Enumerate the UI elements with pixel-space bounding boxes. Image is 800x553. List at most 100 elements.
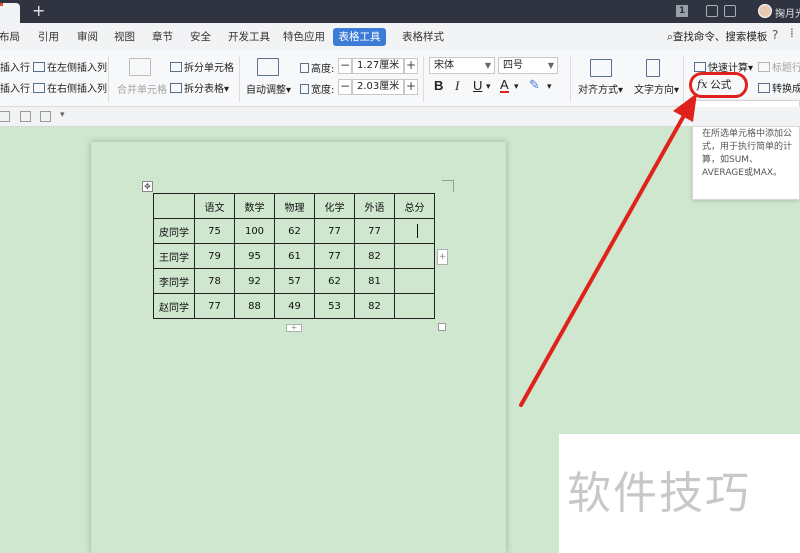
table-cell[interactable] [394,293,435,319]
divider [570,56,571,102]
table-header-cell[interactable]: 外语 [354,193,395,219]
table-cell[interactable]: 75 [194,218,235,244]
table-cell[interactable]: 82 [354,293,395,319]
width-decrease-button[interactable]: − [338,79,352,95]
table-cell[interactable]: 77 [354,218,395,244]
table-header-cell[interactable]: 物理 [274,193,315,219]
active-table-cell[interactable] [394,218,435,244]
table-cell[interactable]: 88 [234,293,275,319]
user-name[interactable]: 掬月光 [775,5,800,20]
menu-section[interactable]: 章节 [152,29,173,44]
add-row-button[interactable]: + [286,324,302,332]
highlight-icon[interactable]: ✎ [529,78,540,93]
table-cell[interactable]: 81 [354,268,395,294]
table-cell[interactable]: 62 [314,268,355,294]
auto-fit-button[interactable]: 自动调整▾ [246,81,291,96]
table-cell[interactable]: 92 [234,268,275,294]
table-cell[interactable] [394,268,435,294]
table-header-cell[interactable]: 语文 [194,193,235,219]
font-size-select[interactable]: 四号 ▼ [498,57,558,74]
table-cell[interactable]: 79 [194,243,235,269]
height-input[interactable]: 1.27厘米 [352,58,404,74]
search-command[interactable]: ⌕查找命令、搜索模板 [667,29,767,44]
menu-layout[interactable]: 布局 [0,29,20,44]
table-cell[interactable]: 95 [234,243,275,269]
merge-cells-button[interactable]: 合并单元格 [117,81,167,96]
table-header-cell[interactable]: 化学 [314,193,355,219]
document-tab[interactable] [0,3,20,23]
menu-references[interactable]: 引用 [38,29,59,44]
insert-col-left-button[interactable]: 在左侧插入列 [33,59,107,74]
width-input[interactable]: 2.03厘米 [352,79,404,95]
watermark-box: 软件技巧 [559,434,800,553]
height-decrease-button[interactable]: − [338,58,352,74]
table-row: 王同学 79 95 61 77 82 [153,243,435,269]
table-cell[interactable]: 77 [314,218,355,244]
table-cell[interactable]: 62 [274,218,315,244]
skin-icon[interactable] [706,5,718,17]
menu-developer-tools[interactable]: 开发工具 [228,29,270,44]
table-move-handle[interactable]: ✥ [142,181,153,192]
table-cell[interactable] [394,243,435,269]
table-cell[interactable]: 赵同学 [153,293,195,319]
score-table: 语文 数学 物理 化学 外语 总分 皮同学 75 100 62 77 77 王同… [153,193,435,319]
table-cell[interactable]: 王同学 [153,243,195,269]
table-cell[interactable]: 皮同学 [153,218,195,244]
table-cell[interactable]: 77 [194,293,235,319]
width-increase-button[interactable]: + [404,79,418,95]
table-header-cell[interactable]: 总分 [394,193,435,219]
menu-table-style[interactable]: 表格样式 [402,29,444,44]
menu-special-apps[interactable]: 特色应用 [283,29,325,44]
text-direction-button[interactable]: 文字方向▾ [634,81,679,96]
shirt-icon[interactable] [724,5,736,17]
menu-review[interactable]: 审阅 [77,29,98,44]
menu-security[interactable]: 安全 [190,29,211,44]
table-cell[interactable]: 49 [274,293,315,319]
height-increase-button[interactable]: + [404,58,418,74]
menu-view[interactable]: 视图 [114,29,135,44]
table-cell[interactable]: 78 [194,268,235,294]
split-cells-button[interactable]: 拆分单元格 [170,59,234,74]
table-cell[interactable]: 57 [274,268,315,294]
split-table-button[interactable]: 拆分表格▾ [170,80,229,95]
table-cell[interactable]: 82 [354,243,395,269]
new-tab-button[interactable]: + [32,1,45,21]
table-header-cell[interactable]: 数学 [234,193,275,219]
help-icon[interactable]: ? [772,28,778,42]
add-column-button[interactable]: + [437,249,448,265]
style-dropdown[interactable] [0,111,10,122]
italic-button[interactable]: I [455,78,459,94]
avatar[interactable] [758,4,772,18]
highlight-dropdown-icon[interactable]: ▾ [547,82,552,92]
table-cell[interactable]: 李同学 [153,268,195,294]
table-cell[interactable]: 100 [234,218,275,244]
menu-table-tools[interactable]: 表格工具 [333,28,386,46]
table-icon[interactable] [20,111,31,122]
align-button[interactable]: 对齐方式▾ [578,81,623,96]
convert-button[interactable]: 转换成 [758,80,800,95]
table-cell[interactable]: 53 [314,293,355,319]
bold-button[interactable]: B [434,78,443,93]
table-row: 皮同学 75 100 62 77 77 [153,218,435,244]
title-row-button[interactable]: 标题行 [758,59,800,74]
underline-dropdown-icon[interactable]: ▾ [486,82,491,92]
table-cell[interactable]: 77 [314,243,355,269]
table-resize-handle[interactable] [438,323,446,331]
grid-icon[interactable] [40,111,51,122]
underline-button[interactable]: U [473,78,482,93]
table-cell[interactable]: 61 [274,243,315,269]
insert-row-above-button[interactable]: 插入行 [0,59,30,74]
more-icon[interactable]: ⁞ [790,26,794,40]
table-cell[interactable] [153,193,195,219]
insert-col-right-button[interactable]: 在右侧插入列 [33,80,107,95]
font-name-select[interactable]: 宋体 ▼ [429,57,495,74]
window-count-badge[interactable]: 1 [676,5,688,17]
insert-row-below-button[interactable]: 插入行 [0,80,30,95]
formula-button[interactable]: fx 公式 [689,72,748,98]
table-row: 李同学 78 92 57 62 81 [153,268,435,294]
ribbon-toolbar: 插入行 插入行 在左侧插入列 在右侧插入列 合并单元格 拆分单元格 拆分表格▾ … [0,50,800,107]
text-cursor [417,224,418,238]
customize-icon[interactable]: ▾ [60,110,65,120]
font-color-dropdown-icon[interactable]: ▾ [514,82,519,92]
font-color-button[interactable]: A [500,78,509,93]
